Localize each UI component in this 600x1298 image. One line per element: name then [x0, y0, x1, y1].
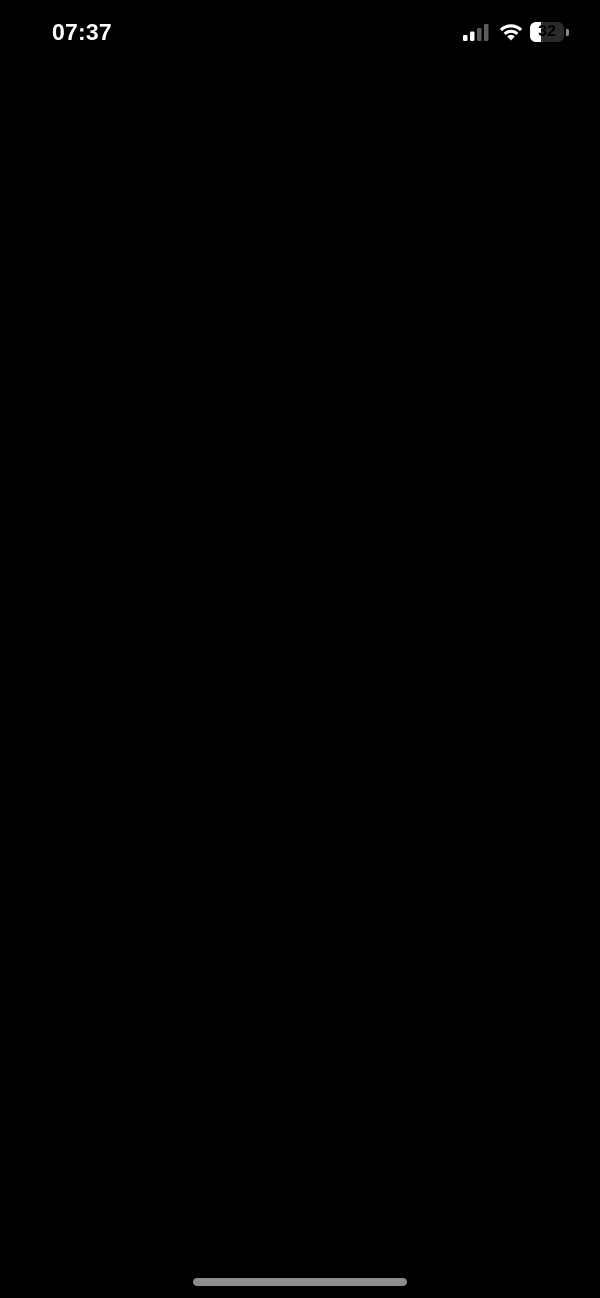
home-indicator[interactable] — [193, 1278, 407, 1286]
battery-percentage: 32 — [538, 23, 556, 40]
battery-body: 32 — [530, 22, 564, 42]
status-time: 07:37 — [52, 19, 112, 45]
wifi-icon — [499, 24, 523, 41]
cellular-signal-icon — [463, 24, 489, 41]
battery-nub — [566, 29, 569, 36]
status-bar: 07:37 32 — [0, 0, 600, 64]
main-content-area — [0, 64, 600, 1264]
phone-screen: 07:37 32 — [0, 0, 600, 1298]
battery-icon: 32 — [530, 22, 570, 42]
